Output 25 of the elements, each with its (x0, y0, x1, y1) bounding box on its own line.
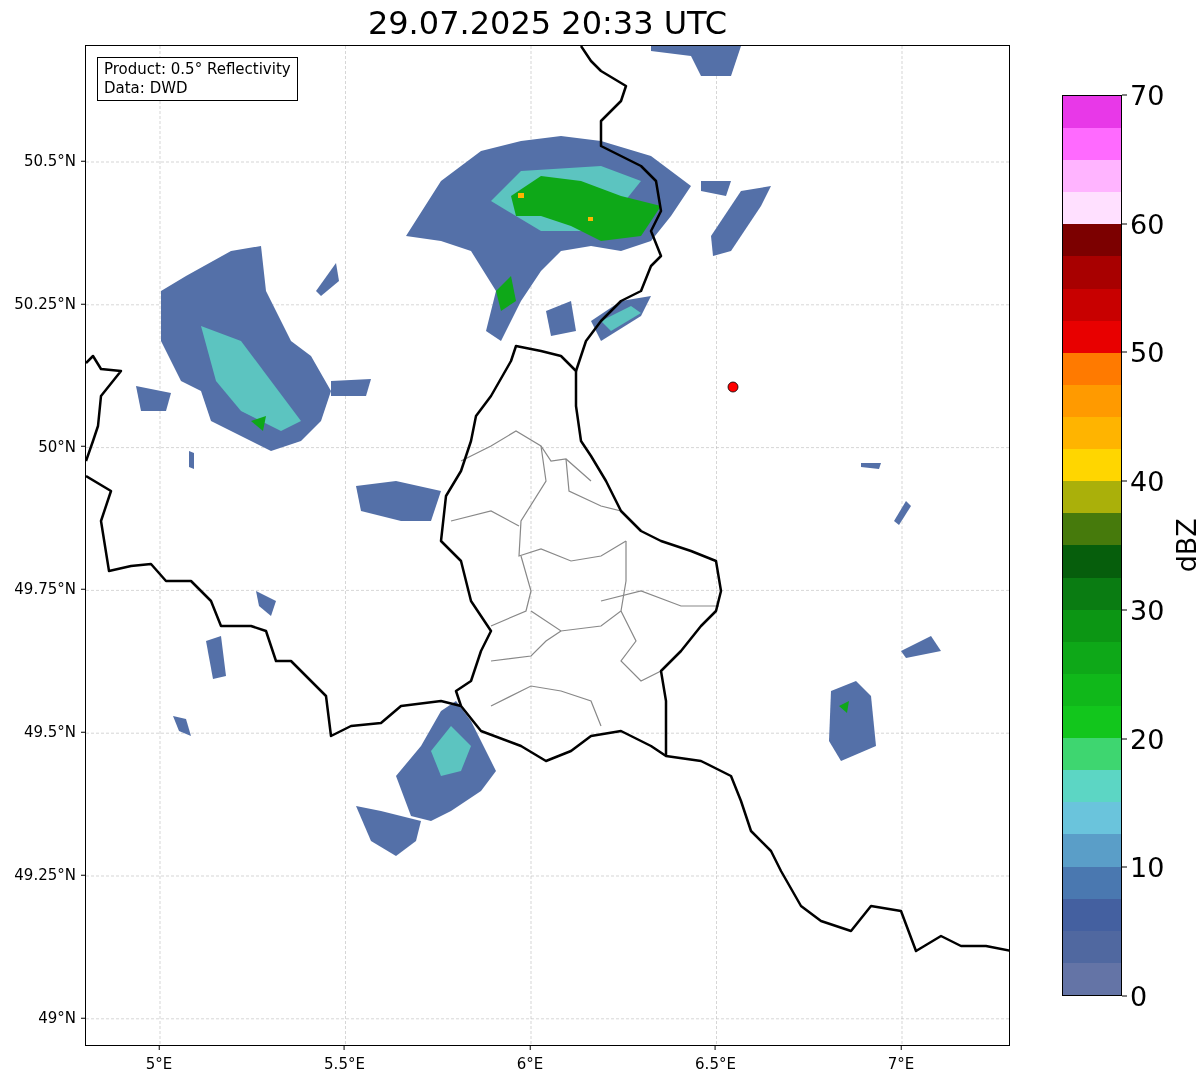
latitude-label: 49°N (38, 1007, 76, 1029)
colorbar-tick-label: 60 (1130, 210, 1165, 238)
longitude-label: 5°E (145, 1054, 173, 1075)
longitude-label: 5.5°E (324, 1054, 365, 1075)
colorbar-tick-label: 70 (1130, 81, 1165, 109)
colorbar-tick-label: 20 (1130, 725, 1165, 753)
latitude-label: 50.5°N (23, 150, 76, 172)
latitude-label: 49.75°N (14, 579, 76, 601)
colorbar-tick-label: 50 (1130, 338, 1165, 366)
colorbar-tick-label: 30 (1130, 596, 1165, 624)
legend-text: Product: 0.5° Reflectivity (104, 60, 291, 79)
legend-text: Data: DWD (104, 79, 189, 98)
location-marker (727, 381, 739, 393)
longitude-label: 7°E (887, 1054, 915, 1075)
colorbar-tick-label: 0 (1130, 982, 1148, 1010)
colorbar-tick-label: 10 (1130, 853, 1165, 881)
latitude-label: 50.25°N (14, 293, 76, 315)
longitude-label: 6°E (516, 1054, 544, 1075)
latitude-label: 50°N (38, 436, 76, 458)
chart-title: 29.07.2025 20:33 UTC (367, 6, 728, 39)
longitude-label: 6.5°E (695, 1054, 736, 1075)
latitude-label: 49.25°N (14, 864, 76, 886)
latitude-label: 49.5°N (23, 721, 76, 743)
colorbar-tick-label: 40 (1130, 467, 1165, 495)
colorbar-label: dBZ (1169, 518, 1202, 573)
